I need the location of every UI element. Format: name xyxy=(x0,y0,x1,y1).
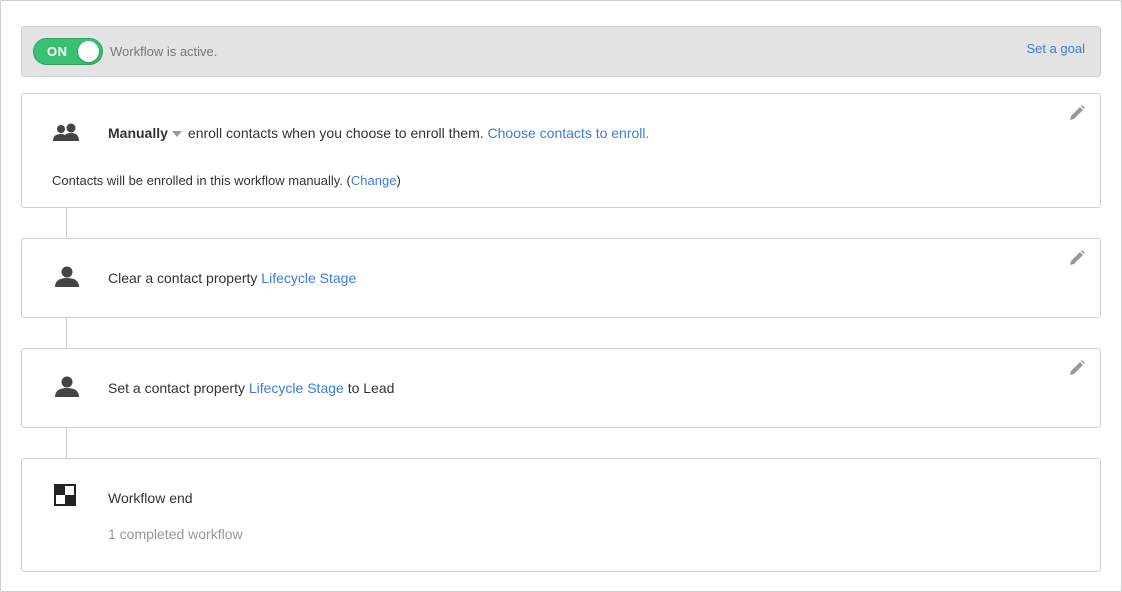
workflow-panel: ON Workflow is active. Set a goal Manual… xyxy=(0,0,1122,592)
contact-person-icon xyxy=(55,266,79,287)
workflow-active-toggle[interactable]: ON xyxy=(33,38,103,65)
enrollment-card: Manually enroll contacts when you choose … xyxy=(21,93,1101,208)
connector-line xyxy=(66,317,67,349)
enrollment-note: Contacts will be enrolled in this workfl… xyxy=(52,173,401,188)
step-action-text: Set a contact property xyxy=(108,380,249,396)
workflow-step-card: Set a contact property Lifecycle Stage t… xyxy=(21,348,1101,428)
enrollment-mode[interactable]: Manually xyxy=(108,125,168,141)
pencil-icon[interactable] xyxy=(1068,359,1086,377)
contacts-group-icon xyxy=(53,123,79,141)
change-enrollment-link[interactable]: Change xyxy=(351,173,397,188)
workflow-step-card: Clear a contact property Lifecycle Stage xyxy=(21,238,1101,318)
set-goal-link[interactable]: Set a goal xyxy=(1026,41,1085,56)
workflow-status-text: Workflow is active. xyxy=(110,44,218,59)
completed-count: 1 completed workflow xyxy=(108,526,243,542)
checkered-flag-icon xyxy=(54,484,76,506)
connector-line xyxy=(66,207,67,239)
pencil-icon[interactable] xyxy=(1068,249,1086,267)
connector-line xyxy=(66,427,67,459)
toggle-knob[interactable] xyxy=(78,41,99,62)
enrollment-note-close: ) xyxy=(396,173,401,188)
enrollment-note-text: Contacts will be enrolled in this workfl… xyxy=(52,173,351,188)
workflow-end-title: Workflow end xyxy=(108,490,193,506)
step-description: Clear a contact property Lifecycle Stage xyxy=(108,270,356,286)
workflow-end-card: Workflow end 1 completed workflow xyxy=(21,458,1101,572)
toggle-label: ON xyxy=(47,44,68,59)
step-description: Set a contact property Lifecycle Stage t… xyxy=(108,380,394,396)
pencil-icon[interactable] xyxy=(1068,104,1086,122)
step-suffix-text: to Lead xyxy=(343,380,395,396)
enrollment-line: Manually enroll contacts when you choose … xyxy=(108,125,649,141)
step-property-link[interactable]: Lifecycle Stage xyxy=(261,270,356,286)
step-action-text: Clear a contact property xyxy=(108,270,262,286)
choose-contacts-link[interactable]: Choose contacts to enroll. xyxy=(488,125,650,141)
enrollment-mode-dropdown-icon[interactable] xyxy=(171,131,182,138)
enrollment-description: enroll contacts when you choose to enrol… xyxy=(187,125,484,141)
contact-person-icon xyxy=(55,376,79,397)
step-property-link[interactable]: Lifecycle Stage xyxy=(249,380,344,396)
workflow-status-bar: ON Workflow is active. Set a goal xyxy=(21,26,1101,77)
